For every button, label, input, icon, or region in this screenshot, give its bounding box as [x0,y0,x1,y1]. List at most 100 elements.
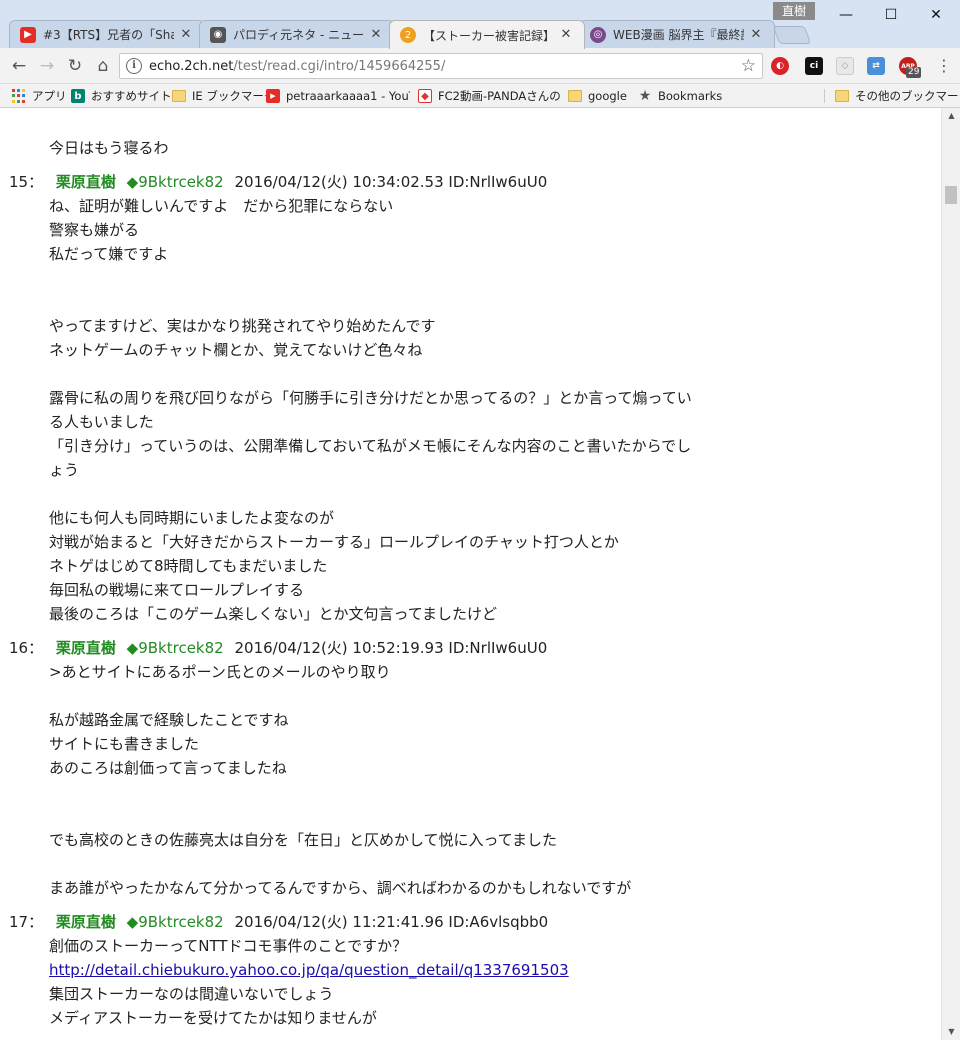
post-line: でも高校のときの佐藤亮太は自分を「在日」と仄めかして悦に入ってました [49,831,558,849]
post-line: 私だって嫌ですよ [49,245,169,263]
post-line: 警察も嫌がる [49,221,140,239]
back-button[interactable]: ← [7,54,31,78]
close-icon[interactable]: ✕ [558,27,574,43]
bookmark-ie-folder[interactable]: IE ブックマーク [172,87,275,105]
bookmark-label: Bookmarks [658,89,723,103]
bookmark-star-icon[interactable]: ☆ [741,56,756,76]
folder-icon [568,90,582,102]
bookmark-label: その他のブックマーク [855,89,960,103]
post-line: 露骨に私の周りを飛び回りながら「何勝手に引き分けだとか思ってるの？」とか言って煽… [49,389,692,407]
tab-2ch-thread[interactable]: 2 【ストーカー被害記録】栗原 ✕ [389,20,585,49]
home-button[interactable]: ⌂ [91,54,115,78]
apps-grid-icon [12,89,26,103]
profile-badge[interactable]: 直樹 [773,2,815,20]
close-icon[interactable]: ✕ [368,27,384,43]
scroll-up-arrow-icon[interactable]: ▲ [942,108,960,124]
bookmark-recommended[interactable]: b おすすめサイト [71,87,172,105]
post-link-line: http://detail.chiebukuro.yahoo.co.jp/qa/… [49,958,569,982]
poster-name: 栗原直樹 [55,639,116,657]
post-body-line: 今日はもう寝るわ [49,139,169,157]
chrome-menu-icon[interactable]: ⋮ [936,56,952,76]
ghost-icon: ◉ [210,26,226,43]
fc2-icon: ◆ [418,89,432,103]
chiebukuro-link[interactable]: http://detail.chiebukuro.yahoo.co.jp/qa/… [49,961,569,979]
star-icon: ★ [638,88,652,104]
bookmark-other-folder[interactable]: その他のブックマーク [835,87,960,105]
post-line: 対戦が始まると「大好きだからストーカーする」ロールプレイのチャット打つ人とか [49,533,619,551]
translate-extension-icon[interactable]: ⇄ [867,57,885,75]
tab-parody[interactable]: ◉ パロディ元ネタ - ニューダン刀 ✕ [199,20,395,48]
post-date-id: 2016/04/12(火) 10:34:02.53 ID:NrlIw6uU0 [234,173,548,191]
bing-icon: b [71,89,85,103]
bookmark-fc2[interactable]: ◆ FC2動画-PANDAさんの [418,87,566,105]
post-line: 私が越路金属で経験したことですね [49,711,289,729]
url-host: echo.2ch.net [149,58,234,74]
address-bar[interactable]: i echo.2ch.net /test/read.cgi/intro/1459… [119,53,763,79]
post-line [49,266,692,290]
url-path: /test/read.cgi/intro/1459664255/ [233,58,446,74]
info-icon[interactable]: i [126,58,142,74]
post-line: サイトにも書きました [49,735,200,753]
post-header-17: 17： 栗原直樹 ◆9Bktrcek82 2016/04/12(火) 11:21… [9,910,548,934]
post-line: ネットゲームのチャット欄とか、覚えてないけど色々ね [49,341,423,359]
post-line: 創価のストーカーってNTTドコモ事件のことですか？ [49,937,408,955]
youtube-icon: ▶ [266,89,280,103]
folder-icon [835,90,849,102]
close-icon[interactable]: ✕ [178,27,194,43]
forward-button[interactable]: → [35,54,59,78]
page-content: 今日はもう寝るわ 15： 栗原直樹 ◆9Bktrcek82 2016/04/12… [0,108,941,1040]
poster-trip: ◆9Bktrcek82 [126,913,224,931]
post-date-id: 2016/04/12(火) 10:52:19.93 ID:NrlIw6uU0 [234,639,548,657]
close-window-button[interactable]: ✕ [913,0,959,30]
poster-name: 栗原直樹 [55,173,116,191]
post-line: >あとサイトにあるポーン氏とのメールのやり取り [49,663,391,681]
post-line: メディアストーカーを受けてたかは知りませんが [49,1009,377,1027]
bookmark-label: おすすめサイト [91,89,172,103]
post-line: ネトゲはじめて8時間してもまだいました [49,557,328,575]
tab-web-comic[interactable]: ◎ WEB漫画 脳界主『最終話 ✕ [579,20,775,48]
2ch-icon: 2 [400,27,416,43]
poster-trip: ◆9Bktrcek82 [126,173,224,191]
trend-micro-icon[interactable]: ◐ [771,57,789,75]
tab-title: パロディ元ネタ - ニューダン刀 [233,28,364,42]
bookmark-bookmarks[interactable]: ★ Bookmarks [638,87,723,105]
bookmark-youtube-channel[interactable]: ▶ petraaarkaaaa1 - YouT [266,87,410,105]
post-number: 15： [9,173,44,191]
post-line: る人もいました [49,413,154,431]
minimize-button[interactable]: — [823,0,869,30]
post-line: 毎回私の戦場に来てロールプレイする [49,581,305,599]
post-line: まあ誰がやったかなんて分かってるんですから、調べればわかるのかもしれないですが [49,879,632,897]
post-line: 最後のころは「このゲーム楽しくない」とか文句言ってましたけど [49,605,498,623]
scroll-thumb[interactable] [945,186,957,204]
close-icon[interactable]: ✕ [748,27,764,43]
post-line [49,684,631,708]
vertical-scrollbar[interactable]: ▲ ▼ [941,108,960,1040]
new-tab-button[interactable] [772,26,812,44]
maximize-button[interactable]: ☐ [868,0,914,30]
scroll-down-arrow-icon[interactable]: ▼ [942,1024,960,1040]
bookmark-label: IE ブックマーク [192,89,276,103]
post-number: 16： [9,639,44,657]
post-body-15: ね、証明が難しいんですよ だから犯罪にならない 警察も嫌がる 私だって嫌ですよ … [49,194,692,626]
post-number: 17： [9,913,44,931]
reload-button[interactable]: ↻ [63,54,87,78]
post-line: 集団ストーカーなのは間違いないでしょう [49,985,334,1003]
post-line: 「引き分け」っていうのは、公開準備しておいて私がメモ帳にそんな内容のこと書いたか… [49,437,692,455]
youtube-icon: ▶ [20,26,36,43]
shield-extension-icon[interactable]: ◇ [836,57,854,75]
adblock-count-badge: 29 [906,67,922,78]
bookmark-label: アプリ [32,89,67,103]
bookmark-apps[interactable]: アプリ [12,87,67,105]
bookmark-google-folder[interactable]: google [568,87,627,105]
post-line [49,780,631,804]
tab-youtube[interactable]: ▶ #3【RTS】兄者の「Shadow ✕ [9,20,205,48]
tab-title: WEB漫画 脳界主『最終話 [613,28,744,42]
bookmarks-bar: アプリ b おすすめサイト IE ブックマーク ▶ petraaarkaaaa1… [0,84,960,108]
web-comic-icon: ◎ [590,26,606,43]
post-date-id: 2016/04/12(火) 11:21:41.96 ID:A6vlsqbb0 [234,913,549,931]
folder-icon [172,90,186,102]
post-line [49,290,692,314]
post-body-17: 創価のストーカーってNTTドコモ事件のことですか？ http://detail.… [49,934,569,1030]
ci-extension-icon[interactable]: ci [805,57,823,75]
post-body-16: >あとサイトにあるポーン氏とのメールのやり取り 私が越路金属で経験したことですね… [49,660,631,900]
